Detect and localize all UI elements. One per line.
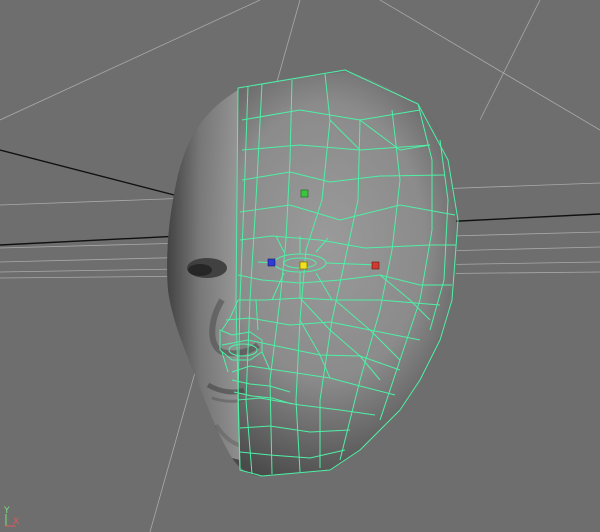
center-handle[interactable] (299, 261, 308, 270)
axis-y-label: Y (4, 506, 10, 516)
z-handle[interactable] (267, 258, 276, 267)
viewport-scene[interactable] (0, 0, 600, 532)
y-handle[interactable] (300, 189, 309, 198)
3d-viewport[interactable]: Y X (0, 0, 600, 532)
axis-gizmo: Y X (2, 506, 24, 530)
x-handle[interactable] (371, 261, 380, 270)
axis-x-label: X (13, 517, 20, 527)
face-mesh[interactable] (167, 72, 457, 476)
